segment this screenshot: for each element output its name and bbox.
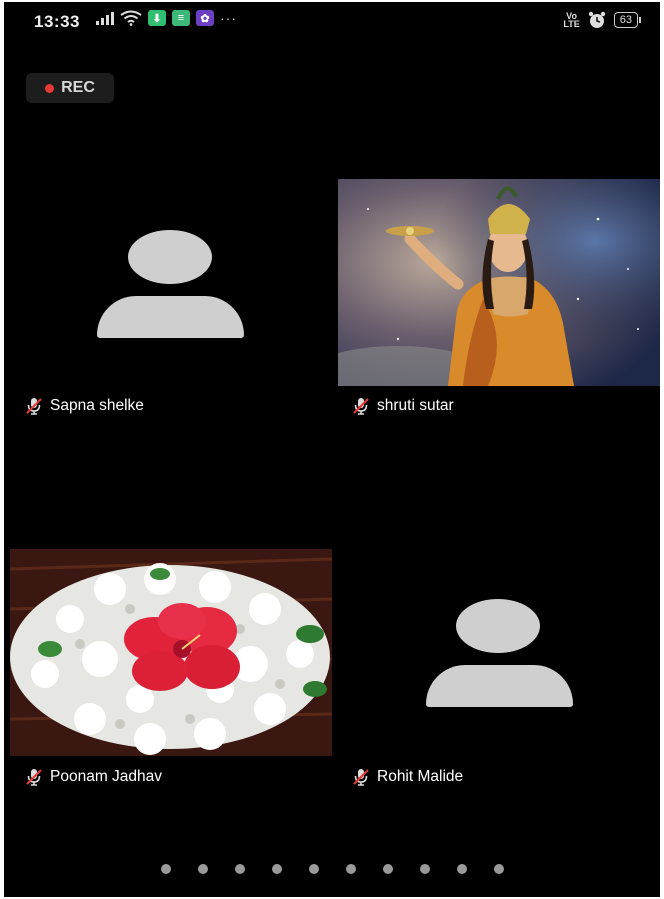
- app-notification-icon: ✿: [196, 10, 214, 26]
- status-icons: ⬇ ≡ ✿ ···: [96, 10, 237, 26]
- page-dot[interactable]: [234, 864, 245, 874]
- volte-icon: Vo LTE: [563, 11, 580, 29]
- alarm-icon: [588, 11, 605, 28]
- avatar-body: [97, 296, 244, 338]
- page-dot[interactable]: [456, 864, 467, 874]
- mic-muted-icon: [353, 398, 369, 415]
- page-dot[interactable]: [382, 864, 393, 874]
- participant-label: shruti sutar: [351, 396, 454, 416]
- page-dot[interactable]: [308, 864, 319, 874]
- page-dot[interactable]: [345, 864, 356, 874]
- message-app-icon: ≡: [172, 10, 190, 26]
- avatar-head: [128, 230, 212, 284]
- participant-name: Poonam Jadhav: [50, 768, 163, 785]
- participant-name: shruti sutar: [377, 397, 454, 414]
- battery-indicator: 63: [613, 12, 642, 28]
- page-dot[interactable]: [419, 864, 430, 874]
- participant-tile-sapna[interactable]: [4, 178, 334, 388]
- participant-label: Rohit Malide: [351, 767, 463, 787]
- participant-photo: [338, 179, 660, 386]
- recording-label: REC: [61, 79, 95, 96]
- signal-icon: [96, 11, 114, 25]
- participant-tile-shruti[interactable]: [338, 179, 660, 386]
- mic-muted-icon: [353, 769, 369, 786]
- page-dot[interactable]: [271, 864, 282, 874]
- meeting-screen: 13:33 ⬇ ≡ ✿ ··· Vo LTE 63 REC Sapna shel…: [4, 2, 660, 897]
- avatar-body: [426, 665, 573, 707]
- participant-tile-rohit[interactable]: [334, 549, 660, 756]
- participant-label: Sapna shelke: [24, 396, 144, 416]
- recording-dot-icon: [45, 83, 55, 93]
- participant-name: Sapna shelke: [50, 397, 144, 414]
- wifi-icon: [120, 10, 142, 26]
- page-dot[interactable]: [160, 864, 171, 874]
- status-time: 13:33: [34, 12, 80, 31]
- participant-label: Poonam Jadhav: [24, 767, 162, 787]
- participant-tile-poonam[interactable]: [10, 549, 332, 756]
- page-indicator[interactable]: [4, 864, 660, 874]
- page-dot[interactable]: [197, 864, 208, 874]
- avatar-head: [456, 599, 540, 653]
- participant-photo: [10, 549, 332, 756]
- download-app-icon: ⬇: [148, 10, 166, 26]
- more-notifications-icon: ···: [220, 10, 237, 26]
- mic-muted-icon: [26, 398, 42, 415]
- status-right: Vo LTE 63: [563, 11, 642, 29]
- recording-badge[interactable]: REC: [26, 73, 114, 103]
- participant-name: Rohit Malide: [377, 768, 464, 785]
- page-dot[interactable]: [493, 864, 504, 874]
- mic-muted-icon: [26, 769, 42, 786]
